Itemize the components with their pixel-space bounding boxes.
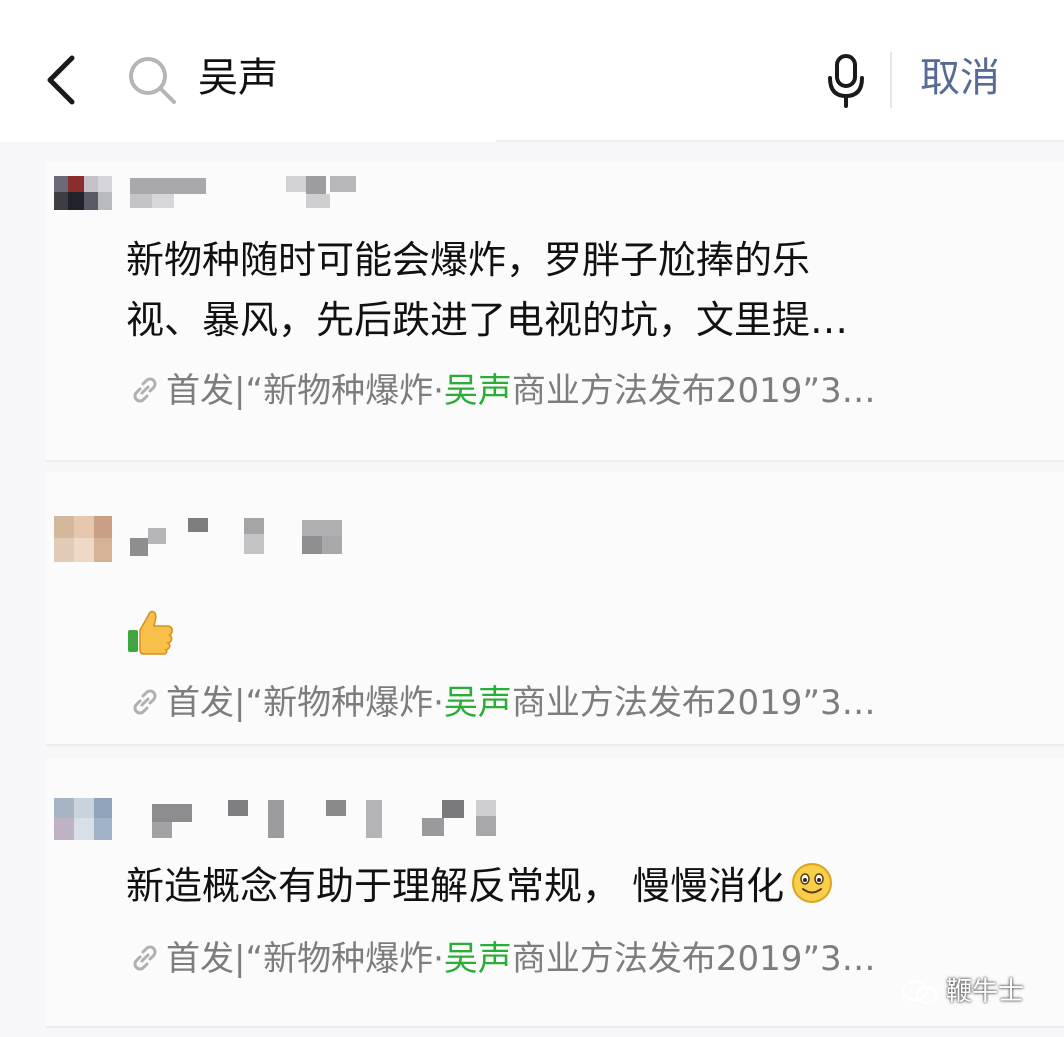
avatar [54,516,112,562]
thumbs-up-emoji [128,610,173,655]
back-button[interactable] [38,48,88,112]
wechat-icon [901,980,939,1004]
avatar [54,176,112,222]
result-text: 新造概念有助于理解反常规， 慢慢消化 [126,856,1026,916]
smiling-face-emoji [792,863,833,903]
author-name-blurred [130,176,530,220]
result-text-line: 视、暴风，先后跌进了电视的坑，文里提… [126,298,849,342]
result-text-line: 新造概念有助于理解反常规， 慢慢消化 [126,864,785,908]
link-icon [133,689,157,715]
source-prefix: 首发|“新物种爆炸· [166,939,444,979]
avatar [54,798,112,844]
source-prefix: 首发|“新物种爆炸· [166,683,444,723]
cancel-button[interactable]: 取消 [920,48,1000,108]
link-icon [133,945,157,971]
keyword-highlight: 吴声 [443,939,512,979]
result-text-line: 新物种随时可能会爆炸，罗胖子尬捧的乐 [126,238,811,282]
keyword-highlight: 吴声 [443,683,512,723]
source-suffix: 商业方法发布2019”3… [511,371,876,411]
result-text: 新物种随时可能会爆炸，罗胖子尬捧的乐 视、暴风，先后跌进了电视的坑，文里提… [126,230,1026,350]
search-header: 吴声 取消 [0,0,1064,140]
chevron-left-icon [47,55,75,105]
keyword-highlight: 吴声 [443,371,512,411]
search-input[interactable]: 吴声 [198,48,278,108]
result-item[interactable]: 首发|“新物种爆炸·吴声商业方法发布2019”3… [46,472,1064,746]
watermark: 鞭牛士 [900,972,1024,1012]
source-suffix: 商业方法发布2019”3… [511,683,876,723]
author-name-blurred [130,798,530,842]
microphone-icon [828,54,864,108]
result-item[interactable]: 新物种随时可能会爆炸，罗胖子尬捧的乐 视、暴风，先后跌进了电视的坑，文里提… 首… [46,162,1064,462]
source-prefix: 首发|“新物种爆炸· [166,371,444,411]
result-source[interactable]: 首发|“新物种爆炸·吴声商业方法发布2019”3… [128,678,1038,728]
microphone-button[interactable] [824,52,868,110]
author-name-blurred [130,516,530,560]
source-suffix: 商业方法发布2019”3… [511,939,876,979]
link-icon [133,377,157,403]
result-source[interactable]: 首发|“新物种爆炸·吴声商业方法发布2019”3… [128,366,1038,416]
search-icon [126,54,180,108]
header-divider [890,52,892,108]
search-results-list: 新物种随时可能会爆炸，罗胖子尬捧的乐 视、暴风，先后跌进了电视的坑，文里提… 首… [0,142,1064,1037]
watermark-text: 鞭牛士 [946,977,1025,1007]
